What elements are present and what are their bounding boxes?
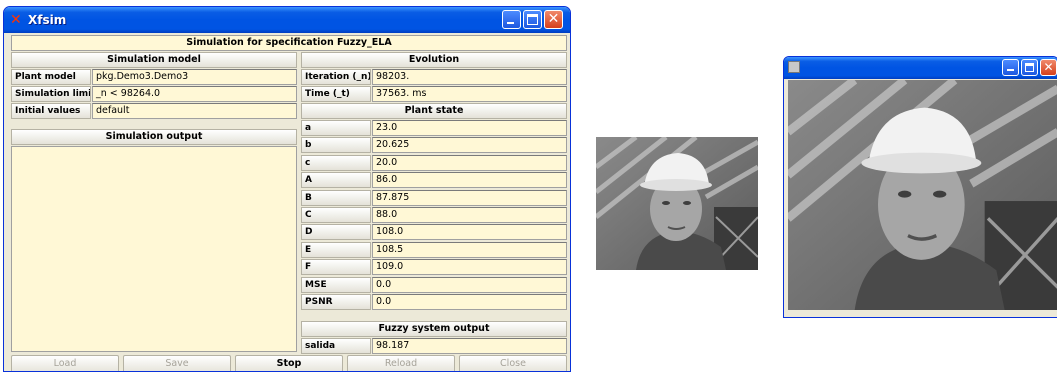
image-close-button[interactable]: ✕ — [1040, 59, 1057, 76]
plant-state-label-a-upper: A — [301, 172, 371, 188]
plant-state-label-e-upper: E — [301, 242, 371, 258]
enlarged-photo-graphic — [788, 80, 1057, 310]
close-window-button[interactable]: ✕ — [544, 10, 563, 29]
time-label: Time (_t) — [301, 86, 371, 102]
time-field: 37563. ms — [372, 86, 567, 102]
image-window-title-bar[interactable]: ✕ — [784, 57, 1057, 79]
plant-state-label-psnr-upper: PSNR — [301, 294, 371, 310]
initial-values-label: Initial values — [11, 103, 91, 119]
plant-state-label-c: c — [301, 155, 371, 171]
xfsim-window: ✕ Xfsim ✕ Simulation for specification F… — [3, 6, 571, 372]
load-button[interactable]: Load — [11, 355, 119, 371]
plant-state-value-b: 20.625 — [372, 137, 567, 153]
plant-state-header: Plant state — [301, 103, 567, 119]
plant-state-label-a: a — [301, 120, 371, 136]
thumbnail-photo-graphic — [596, 137, 758, 270]
image-minimize-button[interactable] — [1002, 59, 1019, 76]
close-icon: ✕ — [1043, 60, 1054, 74]
minimize-icon — [1007, 69, 1014, 71]
plant-model-field[interactable]: pkg.Demo3.Demo3 — [92, 69, 297, 85]
evolution-header: Evolution — [301, 52, 567, 68]
simulation-limit-label: Simulation limit — [11, 86, 91, 102]
salida-label: salida — [301, 338, 371, 354]
image-window-app-icon[interactable] — [788, 61, 800, 73]
plant-model-label: Plant model — [11, 69, 91, 85]
title-bar[interactable]: ✕ Xfsim ✕ — [4, 7, 570, 33]
fuzzy-output-header: Fuzzy system output — [301, 321, 567, 337]
window-content: Simulation for specification Fuzzy_ELA S… — [7, 33, 567, 371]
image-viewer-window: ✕ — [783, 56, 1057, 318]
salida-field: 98.187 — [372, 338, 567, 354]
plant-state-value-c: 20.0 — [372, 155, 567, 171]
save-button[interactable]: Save — [123, 355, 231, 371]
image-maximize-button[interactable] — [1021, 59, 1038, 76]
plant-state-label-d-upper: D — [301, 224, 371, 240]
stop-button[interactable]: Stop — [235, 355, 343, 371]
plant-state-value-f-upper: 109.0 — [372, 259, 567, 275]
plant-state-value-psnr-upper: 0.0 — [372, 294, 567, 310]
plant-state-label-f-upper: F — [301, 259, 371, 275]
simulation-limit-field[interactable]: _n < 98264.0 — [92, 86, 297, 102]
maximize-button[interactable] — [523, 10, 542, 29]
plant-state-label-b: b — [301, 137, 371, 153]
plant-state-label-b-upper: B — [301, 190, 371, 206]
maximize-icon — [1025, 63, 1034, 72]
plant-state-label-c-upper: C — [301, 207, 371, 223]
plant-state-value-c-upper: 88.0 — [372, 207, 567, 223]
window-title: Xfsim — [28, 13, 67, 27]
simulation-output-header: Simulation output — [11, 129, 297, 145]
simulation-output-area[interactable] — [11, 146, 297, 352]
spec-header: Simulation for specification Fuzzy_ELA — [11, 35, 567, 51]
plant-state-value-mse-upper: 0.0 — [372, 277, 567, 293]
thumbnail-image — [596, 137, 758, 270]
close-icon: ✕ — [547, 11, 560, 27]
plant-state-label-mse-upper: MSE — [301, 277, 371, 293]
initial-values-field[interactable]: default — [92, 103, 297, 119]
maximize-icon — [527, 14, 538, 25]
plant-state-value-b-upper: 87.875 — [372, 190, 567, 206]
enlarged-image — [788, 80, 1057, 310]
plant-state-value-e-upper: 108.5 — [372, 242, 567, 258]
xfsim-app-icon[interactable]: ✕ — [10, 13, 24, 27]
button-bar: Load Save Stop Reload Close — [11, 355, 567, 371]
minimize-button[interactable] — [502, 10, 521, 29]
plant-state-value-a: 23.0 — [372, 120, 567, 136]
plant-state-value-a-upper: 86.0 — [372, 172, 567, 188]
simulation-model-header: Simulation model — [11, 52, 297, 68]
iteration-field: 98203. — [372, 69, 567, 85]
reload-button[interactable]: Reload — [347, 355, 455, 371]
plant-state-value-d-upper: 108.0 — [372, 224, 567, 240]
minimize-icon — [507, 22, 514, 24]
close-button[interactable]: Close — [459, 355, 567, 371]
iteration-label: Iteration (_n) — [301, 69, 371, 85]
